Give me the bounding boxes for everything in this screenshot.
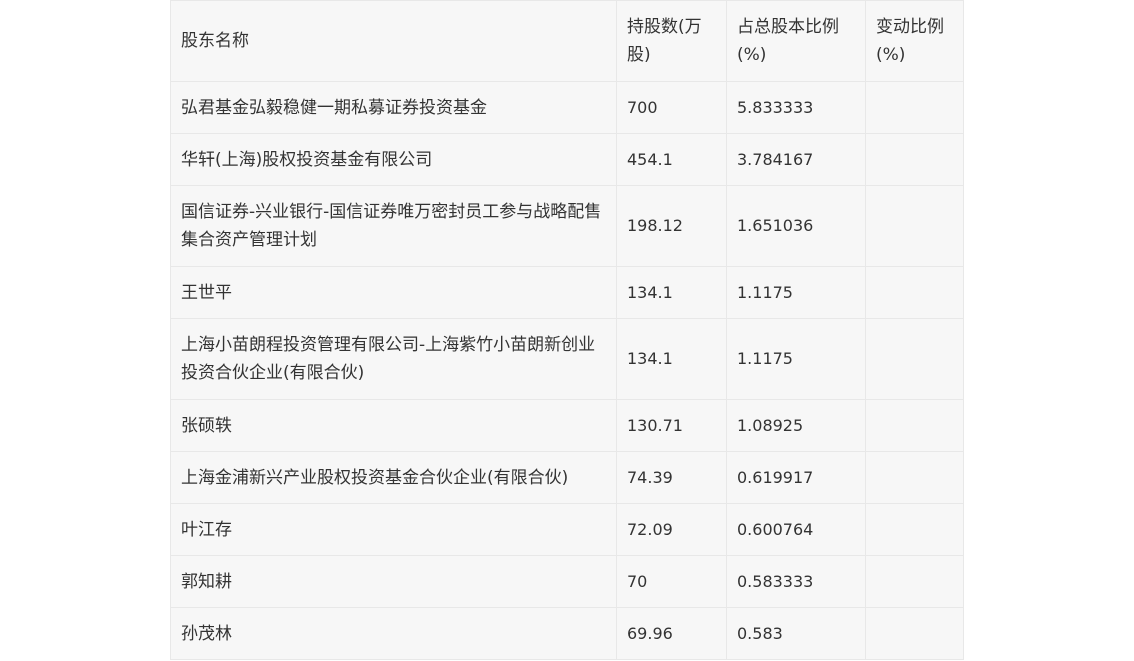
cell-name: 上海小苗朗程投资管理有限公司-上海紫竹小苗朗新创业投资合伙企业(有限合伙)	[170, 318, 617, 400]
cell-change	[865, 451, 964, 504]
cell-shares: 198.12	[616, 185, 727, 267]
header-shares: 持股数(万股)	[616, 0, 727, 82]
cell-change	[865, 133, 964, 186]
cell-shares: 70	[616, 555, 727, 608]
cell-ratio: 0.583333	[726, 555, 866, 608]
cell-change	[865, 185, 964, 267]
cell-name: 弘君基金弘毅稳健一期私募证券投资基金	[170, 81, 617, 134]
cell-shares: 700	[616, 81, 727, 134]
table-row: 张硕轶 130.71 1.08925	[170, 399, 964, 452]
cell-shares: 134.1	[616, 266, 727, 319]
table-header-row: 股东名称 持股数(万股) 占总股本比例(%) 变动比例(%)	[170, 0, 964, 82]
cell-change	[865, 81, 964, 134]
cell-shares: 72.09	[616, 503, 727, 556]
table-row: 上海小苗朗程投资管理有限公司-上海紫竹小苗朗新创业投资合伙企业(有限合伙) 13…	[170, 318, 964, 400]
header-share-ratio: 占总股本比例(%)	[726, 0, 866, 82]
cell-change	[865, 266, 964, 319]
table-row: 国信证券-兴业银行-国信证券唯万密封员工参与战略配售集合资产管理计划 198.1…	[170, 185, 964, 267]
table-row: 华轩(上海)股权投资基金有限公司 454.1 3.784167	[170, 133, 964, 186]
cell-name: 张硕轶	[170, 399, 617, 452]
cell-change	[865, 318, 964, 400]
header-shareholder-name: 股东名称	[170, 0, 617, 82]
cell-ratio: 0.600764	[726, 503, 866, 556]
shareholder-table-container: 股东名称 持股数(万股) 占总股本比例(%) 变动比例(%) 弘君基金弘毅稳健一…	[170, 0, 964, 660]
table-row: 孙茂林 69.96 0.583	[170, 607, 964, 660]
cell-ratio: 1.1175	[726, 266, 866, 319]
cell-ratio: 0.619917	[726, 451, 866, 504]
cell-ratio: 1.651036	[726, 185, 866, 267]
cell-shares: 134.1	[616, 318, 727, 400]
table-row: 王世平 134.1 1.1175	[170, 266, 964, 319]
shareholder-table: 股东名称 持股数(万股) 占总股本比例(%) 变动比例(%) 弘君基金弘毅稳健一…	[170, 0, 964, 660]
cell-shares: 130.71	[616, 399, 727, 452]
cell-name: 华轩(上海)股权投资基金有限公司	[170, 133, 617, 186]
cell-shares: 69.96	[616, 607, 727, 660]
cell-change	[865, 607, 964, 660]
header-change-ratio: 变动比例(%)	[865, 0, 964, 82]
cell-name: 王世平	[170, 266, 617, 319]
cell-shares: 454.1	[616, 133, 727, 186]
cell-name: 国信证券-兴业银行-国信证券唯万密封员工参与战略配售集合资产管理计划	[170, 185, 617, 267]
table-row: 弘君基金弘毅稳健一期私募证券投资基金 700 5.833333	[170, 81, 964, 134]
cell-ratio: 1.08925	[726, 399, 866, 452]
cell-ratio: 3.784167	[726, 133, 866, 186]
cell-shares: 74.39	[616, 451, 727, 504]
cell-change	[865, 399, 964, 452]
cell-change	[865, 503, 964, 556]
cell-name: 叶江存	[170, 503, 617, 556]
cell-change	[865, 555, 964, 608]
cell-name: 郭知耕	[170, 555, 617, 608]
cell-name: 上海金浦新兴产业股权投资基金合伙企业(有限合伙)	[170, 451, 617, 504]
cell-ratio: 5.833333	[726, 81, 866, 134]
cell-name: 孙茂林	[170, 607, 617, 660]
cell-ratio: 0.583	[726, 607, 866, 660]
cell-ratio: 1.1175	[726, 318, 866, 400]
table-row: 叶江存 72.09 0.600764	[170, 503, 964, 556]
table-row: 上海金浦新兴产业股权投资基金合伙企业(有限合伙) 74.39 0.619917	[170, 451, 964, 504]
table-row: 郭知耕 70 0.583333	[170, 555, 964, 608]
